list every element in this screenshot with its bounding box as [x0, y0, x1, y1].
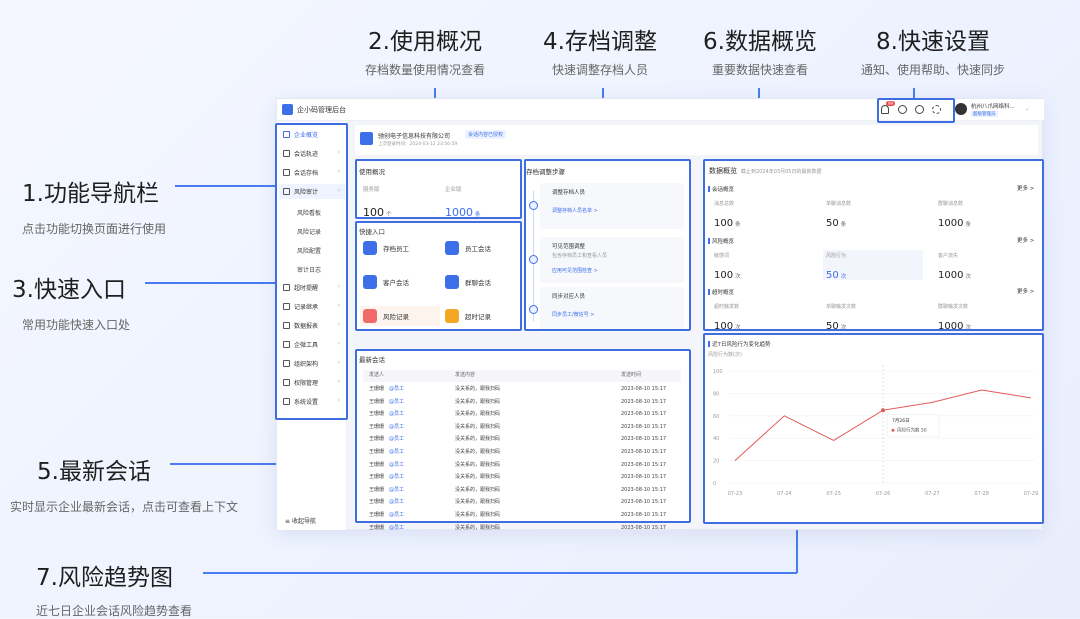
annotation-title-quick-settings: 8.快速设置 — [876, 29, 990, 55]
app-title: 企小码管理后台 — [297, 106, 346, 114]
annotation-title-quick-entry: 3.快速入口 — [12, 277, 126, 303]
annotation-title-risk-trend: 7.风险趋势图 — [36, 565, 173, 591]
annotation-sub-archive-adjust: 快速调整存档人员 — [551, 63, 648, 77]
user-role-badge: 超级管理员 — [971, 111, 998, 117]
annotation-sub-usage: 存档数量使用情况查看 — [364, 63, 485, 77]
highlight-usage — [355, 159, 522, 219]
annotation-sub-quick-settings: 通知、使用帮助、快速同步 — [860, 63, 1005, 77]
company-card: 驰创电子信息科技有限公司 会话内容已授权 上次登录时间：2024-03-12 2… — [355, 125, 1038, 155]
annotation-title-usage: 2.使用概况 — [368, 29, 482, 55]
annotation-sub-quick-entry: 常用功能快速入口处 — [22, 318, 131, 332]
row-tag: @员工 — [389, 524, 405, 531]
annotation-title-nav: 1.功能导航栏 — [22, 181, 159, 207]
collapse-nav-button[interactable]: ≡ 收起导航 — [285, 516, 316, 525]
company-logo-icon — [360, 132, 373, 145]
annotation-title-data-overview: 6.数据概览 — [703, 29, 817, 55]
highlight-overview — [703, 159, 1044, 331]
avatar[interactable] — [955, 103, 967, 115]
annotation-sub-risk-trend: 近七日企业会话风险趋势查看 — [36, 604, 193, 618]
annotation-sub-data-overview: 重要数据快速查看 — [711, 63, 808, 77]
connector-nav — [175, 185, 275, 187]
highlight-latest — [355, 349, 691, 523]
collapse-nav-label: 收起导航 — [291, 518, 316, 525]
highlight-nav — [275, 123, 348, 420]
chevron-down-icon[interactable]: ⌄ — [1025, 106, 1030, 112]
last-login: 上次登录时间：2024-03-12 23:56:59 — [378, 142, 458, 147]
highlight-steps — [524, 159, 691, 331]
logo-icon — [282, 104, 293, 115]
row-content: 没关系的，跟我扫码 — [455, 524, 501, 531]
connector-risk — [203, 572, 797, 574]
highlight-settings — [877, 98, 955, 123]
highlight-chart — [703, 333, 1044, 524]
annotation-title-latest-chat: 5.最新会话 — [37, 459, 151, 485]
connector-settings — [913, 88, 915, 98]
highlight-quick — [355, 221, 522, 331]
annotation-sub-latest-chat: 实时显示企业最新会话，点击可查看上下文 — [10, 500, 239, 514]
app-window: 企小码管理后台 99 杭州八爪网络科... 超级管理员 ⌄ 企业概览 会话轨迹 › 会… — [275, 98, 1044, 531]
annotation-title-archive-adjust: 4.存档调整 — [543, 29, 657, 55]
row-sender: 王珊珊 — [369, 524, 385, 531]
row-time: 2023-08-10 15:17 — [621, 524, 667, 531]
company-name: 驰创电子信息科技有限公司 — [378, 133, 451, 140]
annotation-sub-nav: 点击功能切换页面进行使用 — [22, 222, 167, 236]
user-name[interactable]: 杭州八爪网络科... — [971, 102, 1015, 110]
table-row[interactable]: 王珊珊 @员工 没关系的，跟我扫码 2023-08-10 15:17 — [363, 523, 681, 535]
authorized-badge: 会话内容已授权 — [465, 130, 507, 139]
